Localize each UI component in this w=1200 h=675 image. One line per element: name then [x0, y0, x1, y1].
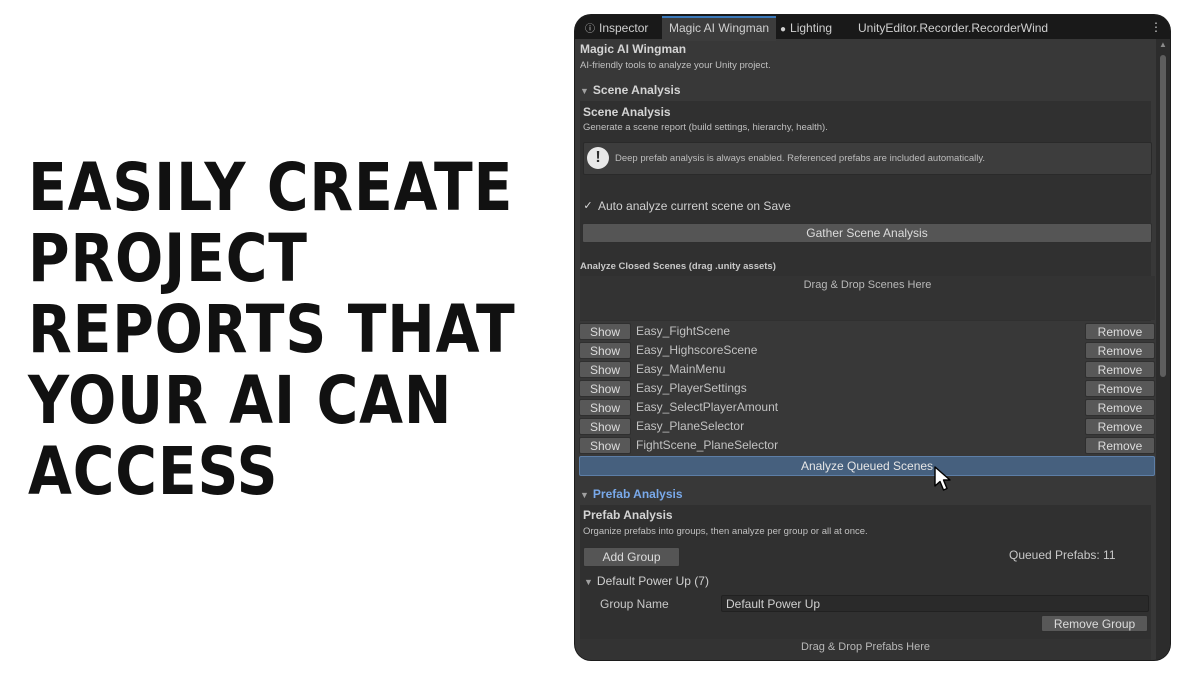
group-name-field[interactable]: Default Power Up — [721, 595, 1149, 612]
remove-group-button[interactable]: Remove Group — [1041, 615, 1148, 632]
headline-line: PROJECT — [28, 220, 308, 297]
remove-button[interactable]: Remove — [1085, 380, 1155, 397]
tab-inspector[interactable]: ⓘ Inspector — [585, 18, 648, 39]
queued-prefabs-count: Queued Prefabs: 11 — [1009, 548, 1116, 562]
scene-name: Easy_HighscoreScene — [636, 343, 758, 357]
wingman-content: Magic AI Wingman AI-friendly tools to an… — [575, 39, 1156, 660]
tab-label: Inspector — [599, 21, 649, 35]
help-box: ! Deep prefab analysis is always enabled… — [583, 142, 1152, 175]
help-text: Deep prefab analysis is always enabled. … — [615, 153, 986, 164]
scroll-up-arrow-icon[interactable]: ▲ — [1159, 41, 1167, 49]
tab-label: UnityEditor.Recorder.RecorderWind — [858, 21, 1049, 35]
window-subtitle: AI-friendly tools to analyze your Unity … — [580, 60, 771, 71]
scene-name: FightScene_PlaneSelector — [636, 438, 779, 452]
scene-name: Easy_SelectPlayerAmount — [636, 400, 779, 414]
lightbulb-icon: ● — [780, 24, 787, 35]
tab-label: Magic AI Wingman — [669, 21, 770, 35]
prefab-analysis-description: Organize prefabs into groups, then analy… — [583, 526, 868, 537]
foldout-label: Scene Analysis — [592, 83, 681, 97]
show-button[interactable]: Show — [579, 437, 631, 454]
show-button[interactable]: Show — [579, 323, 631, 340]
unity-editor-window: ⓘ Inspector Magic AI Wingman ● Lighting Un… — [575, 15, 1170, 660]
headline-line: REPORTS THAT — [28, 291, 516, 368]
headline-line: YOUR AI CAN — [28, 362, 453, 439]
chevron-down-icon: ▼ — [584, 577, 593, 587]
remove-button[interactable]: Remove — [1085, 437, 1155, 454]
scene-name: Easy_PlaneSelector — [636, 419, 745, 433]
show-button[interactable]: Show — [579, 342, 631, 359]
scene-analysis-description: Generate a scene report (build settings,… — [583, 122, 828, 133]
closed-scenes-label: Analyze Closed Scenes (drag .unity asset… — [580, 261, 776, 272]
scrollbar-thumb[interactable] — [1160, 55, 1166, 377]
vertical-scrollbar[interactable]: ▲ — [1156, 39, 1170, 660]
remove-button[interactable]: Remove — [1085, 399, 1155, 416]
scene-name: Easy_PlayerSettings — [636, 381, 747, 395]
remove-button[interactable]: Remove — [1085, 323, 1155, 340]
auto-analyze-checkbox[interactable]: ✓ — [582, 200, 594, 212]
headline-line: EASILY CREATE — [28, 149, 514, 226]
prefab-analysis-foldout[interactable]: ▼ Prefab Analysis — [580, 487, 683, 501]
add-group-button[interactable]: Add Group — [583, 547, 680, 567]
warning-icon: ! — [587, 147, 609, 169]
mouse-cursor-icon — [934, 466, 951, 491]
tab-label: Lighting — [790, 21, 833, 35]
scene-name: Easy_MainMenu — [636, 362, 726, 376]
drop-zone-label: Drag & Drop Scenes Here — [803, 279, 932, 291]
show-button[interactable]: Show — [579, 361, 631, 378]
scene-analysis-foldout[interactable]: ▼ Scene Analysis — [580, 83, 681, 97]
tab-magic-ai-wingman[interactable]: Magic AI Wingman — [662, 16, 777, 41]
drop-zone-label: Drag & Drop Prefabs Here — [801, 641, 930, 653]
tab-recorder[interactable]: UnityEditor.Recorder.RecorderWind — [858, 18, 1048, 39]
remove-button[interactable]: Remove — [1085, 342, 1155, 359]
window-title: Magic AI Wingman — [580, 42, 687, 56]
headline: EASILY CREATE PROJECT REPORTS THAT YOUR … — [28, 149, 516, 510]
more-options-icon[interactable]: ⋮ — [1150, 18, 1162, 36]
group-foldout-label: Default Power Up (7) — [596, 574, 709, 588]
scene-name: Easy_FightScene — [636, 324, 731, 338]
show-button[interactable]: Show — [579, 380, 631, 397]
chevron-down-icon: ▼ — [580, 490, 589, 500]
analyze-queued-scenes-button[interactable]: Analyze Queued Scenes — [579, 456, 1155, 476]
auto-analyze-label: Auto analyze current scene on Save — [598, 199, 791, 213]
remove-button[interactable]: Remove — [1085, 418, 1155, 435]
remove-button[interactable]: Remove — [1085, 361, 1155, 378]
prefab-drop-zone[interactable]: Drag & Drop Prefabs Here — [580, 639, 1151, 660]
show-button[interactable]: Show — [579, 399, 631, 416]
tab-bar: ⓘ Inspector Magic AI Wingman ● Lighting Un… — [575, 15, 1170, 41]
scene-drop-zone[interactable]: Drag & Drop Scenes Here — [580, 276, 1155, 320]
scene-analysis-title: Scene Analysis — [583, 105, 671, 119]
foldout-label: Prefab Analysis — [592, 487, 683, 501]
group-name-label: Group Name — [600, 597, 669, 611]
gather-scene-analysis-button[interactable]: Gather Scene Analysis — [582, 223, 1152, 243]
prefab-analysis-title: Prefab Analysis — [583, 508, 673, 522]
headline-line: ACCESS — [28, 433, 279, 510]
group-foldout[interactable]: ▼ Default Power Up (7) — [584, 574, 709, 588]
info-icon: ⓘ — [585, 24, 595, 35]
chevron-down-icon: ▼ — [580, 86, 589, 96]
tab-lighting[interactable]: ● Lighting — [780, 18, 832, 39]
show-button[interactable]: Show — [579, 418, 631, 435]
